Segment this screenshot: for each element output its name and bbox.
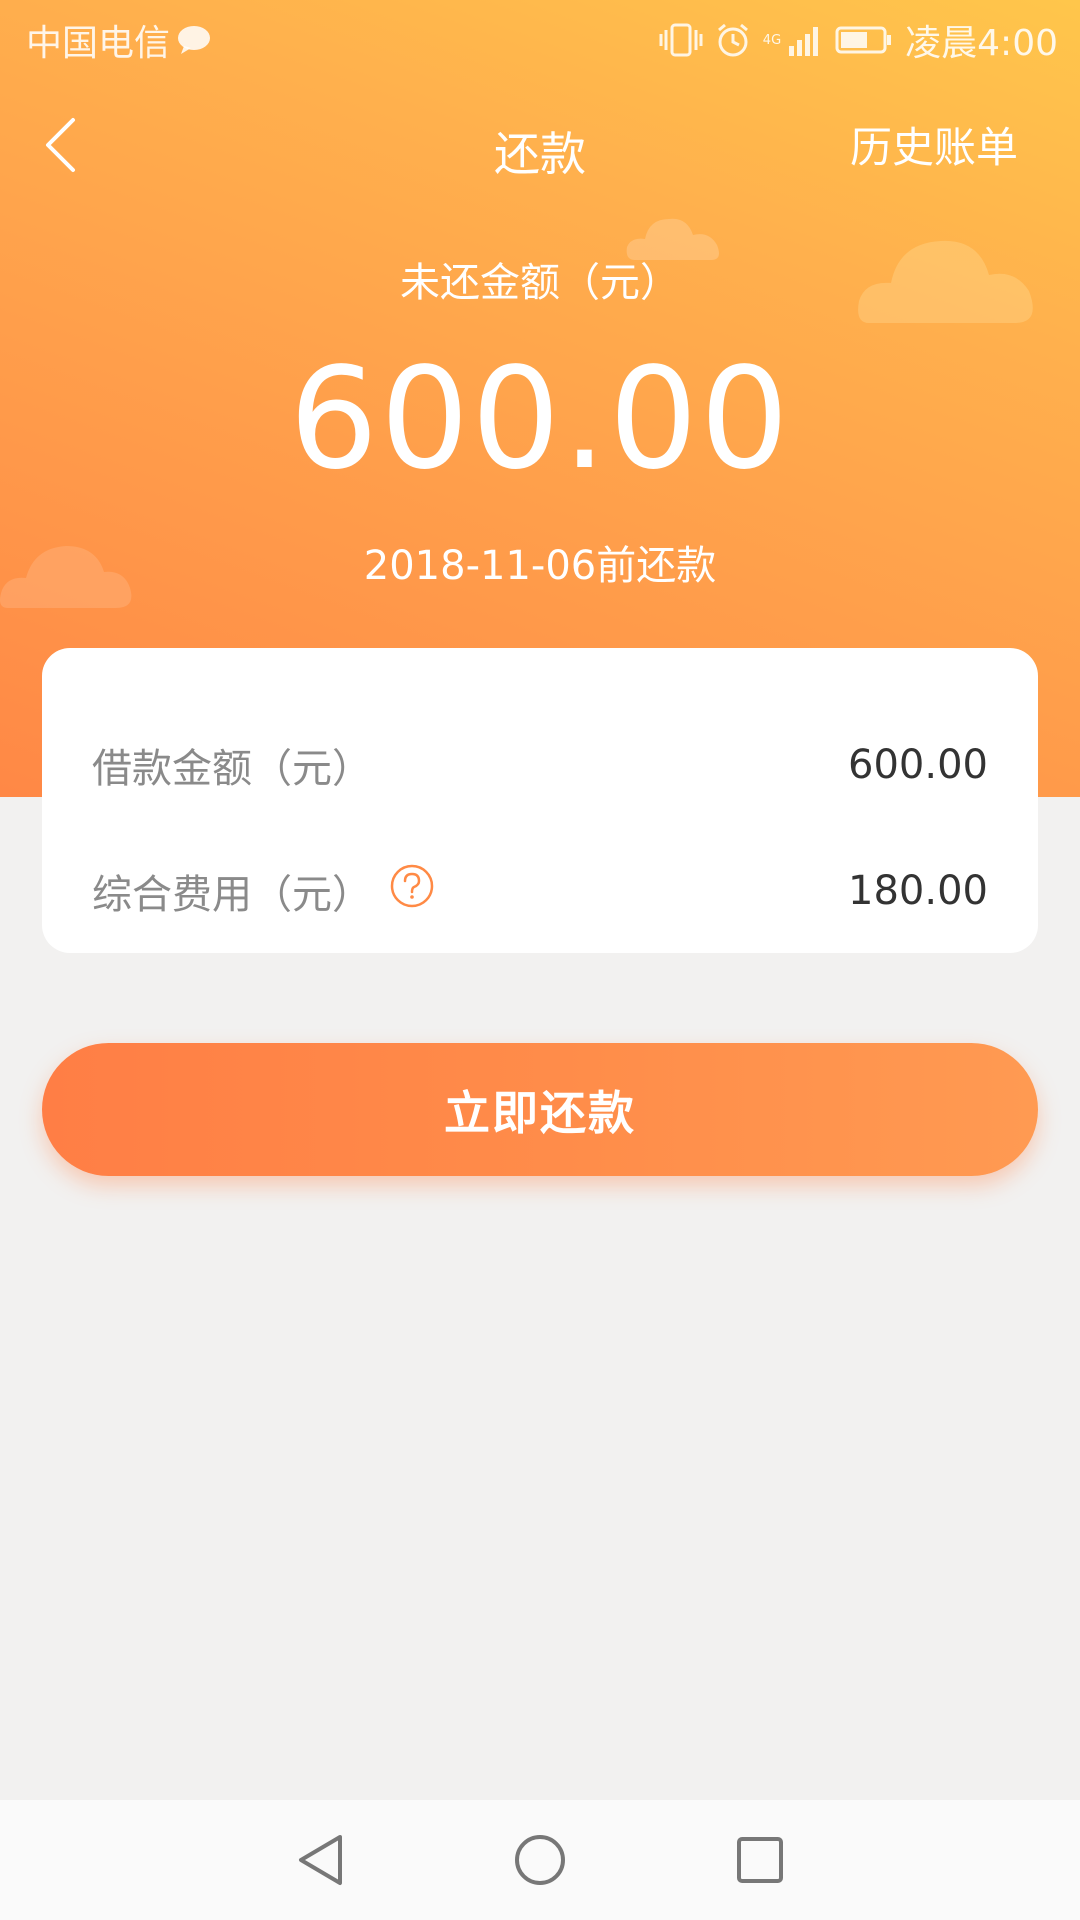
- history-bills-link[interactable]: 历史账单: [850, 114, 1018, 175]
- nav-recents-button[interactable]: [730, 1830, 790, 1890]
- outstanding-amount-value: 600.00: [289, 338, 791, 501]
- help-icon[interactable]: [390, 864, 434, 908]
- vibrate-icon: [659, 23, 703, 57]
- alarm-icon: [717, 23, 748, 57]
- clock-time: 凌晨4:00: [905, 23, 1058, 64]
- fee-value: 180.00: [848, 868, 988, 914]
- carrier-name: 中国电信: [26, 23, 171, 64]
- row-label-text: 综合费用（元）: [92, 872, 372, 918]
- fee-row: 综合费用（元） 180.00: [92, 861, 988, 921]
- network-type: 4G: [762, 32, 782, 48]
- row-label-text: 借款金额（元）: [92, 746, 372, 792]
- status-icons: 4G 凌晨4:00: [659, 14, 1058, 66]
- fee-label: 综合费用（元）: [92, 862, 434, 920]
- nav-home-button[interactable]: [510, 1830, 570, 1890]
- nav-bar: 还款 历史账单: [0, 100, 1080, 190]
- loan-amount-row: 借款金额（元） 600.00: [92, 735, 988, 795]
- triangle-back-icon: [299, 1835, 342, 1885]
- message-icon: [178, 26, 211, 54]
- outstanding-amount-label: 未还金额（元）: [400, 260, 680, 306]
- due-date-text: 2018-11-06前还款: [363, 543, 717, 589]
- circle-home-icon: [515, 1835, 565, 1885]
- system-nav-bar: [0, 1800, 1080, 1920]
- loan-amount-label: 借款金额（元）: [92, 736, 372, 794]
- carrier-info: 中国电信: [26, 14, 212, 66]
- battery-icon: [835, 26, 892, 54]
- signal-icon: [789, 27, 819, 56]
- square-recents-icon: [737, 1837, 783, 1883]
- loan-amount-value: 600.00: [848, 742, 988, 788]
- loan-details-card: 借款金额（元） 600.00 综合费用（元） 180.00: [42, 648, 1038, 953]
- repayment-screen: 中国电信 4G 凌晨4:00 还款 历史账单 未还金额（元） 600.00 20…: [0, 0, 1080, 1920]
- status-bar: 中国电信 4G 凌晨4:00: [0, 0, 1080, 74]
- repay-now-button[interactable]: 立即还款: [42, 1043, 1038, 1176]
- nav-back-button[interactable]: [290, 1830, 350, 1890]
